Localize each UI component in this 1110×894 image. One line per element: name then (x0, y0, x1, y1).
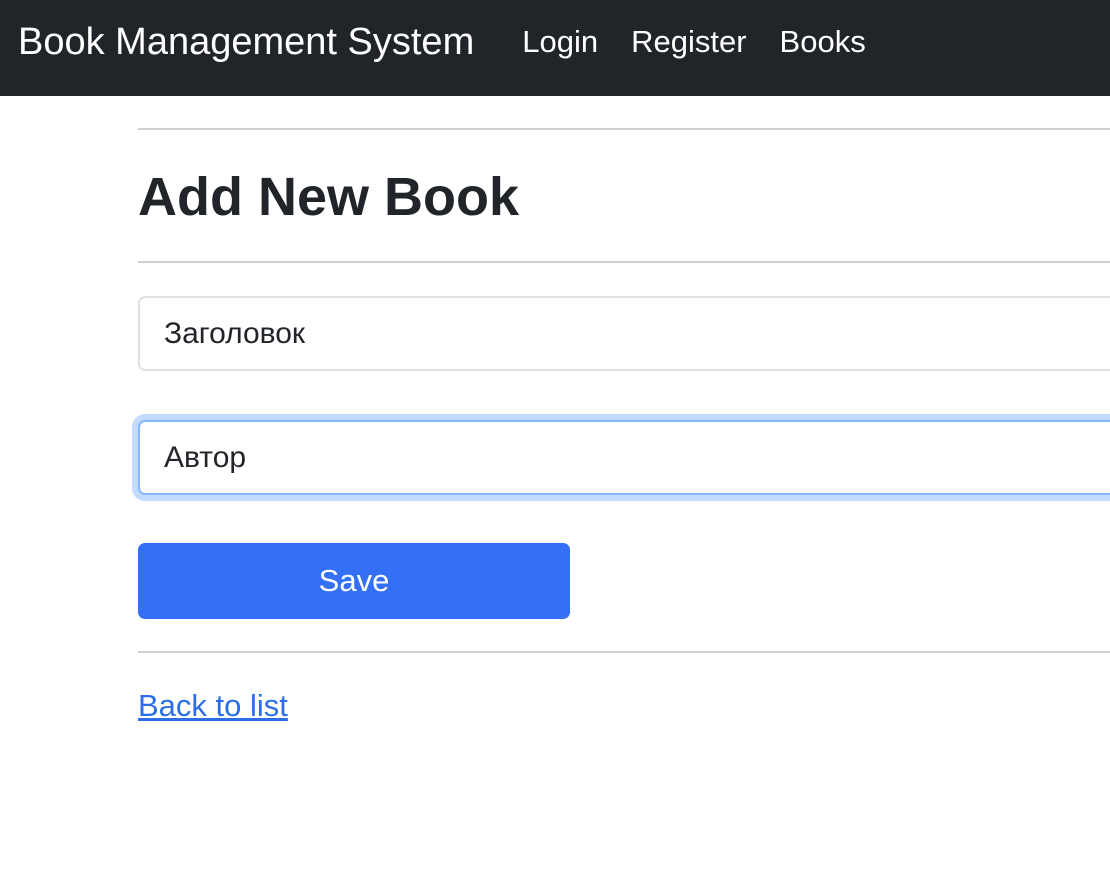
divider-bottom (138, 651, 1110, 653)
divider-title (138, 261, 1110, 263)
back-to-list-link[interactable]: Back to list (138, 688, 288, 724)
divider-top (138, 128, 1110, 130)
navbar: Book Management System Login Register Bo… (0, 0, 1110, 96)
nav-link-books[interactable]: Books (780, 24, 866, 60)
author-input[interactable] (138, 420, 1110, 495)
nav-link-login[interactable]: Login (522, 24, 598, 60)
title-input[interactable] (138, 296, 1110, 371)
save-button[interactable]: Save (138, 543, 570, 619)
navbar-brand[interactable]: Book Management System (18, 21, 474, 64)
nav-link-register[interactable]: Register (631, 24, 746, 60)
page-title: Add New Book (138, 167, 520, 227)
